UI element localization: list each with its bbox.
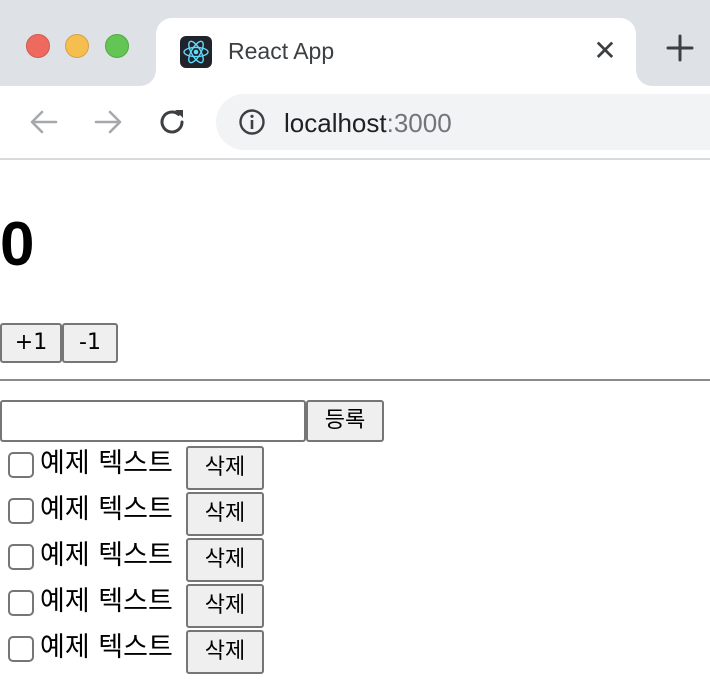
todo-item: 예제 텍스트 삭제 [0, 446, 300, 490]
browser-tabstrip: React App ✕ [0, 0, 710, 86]
todo-input[interactable] [0, 400, 306, 442]
todo-checkbox[interactable] [8, 498, 34, 524]
tab-close-icon[interactable]: ✕ [590, 36, 620, 66]
todo-text: 예제 텍스트 [40, 586, 173, 617]
todo-item: 예제 텍스트 삭제 [0, 630, 300, 674]
back-arrow-icon[interactable] [28, 106, 60, 138]
todo-text: 예제 텍스트 [40, 632, 173, 663]
counter-value: 0 [0, 210, 35, 279]
forward-arrow-icon[interactable] [92, 106, 124, 138]
delete-button[interactable]: 삭제 [186, 538, 264, 582]
browser-tab[interactable]: React App ✕ [156, 18, 636, 86]
reload-icon[interactable] [156, 106, 188, 138]
delete-button[interactable]: 삭제 [186, 584, 264, 628]
new-tab-plus-icon[interactable] [664, 32, 696, 64]
delete-button[interactable]: 삭제 [186, 446, 264, 490]
horizontal-rule [0, 379, 710, 381]
todo-text: 예제 텍스트 [40, 494, 173, 525]
submit-button[interactable]: 등록 [306, 400, 384, 442]
react-logo-icon [180, 36, 212, 68]
delete-button[interactable]: 삭제 [186, 492, 264, 536]
todo-text: 예제 텍스트 [40, 540, 173, 571]
close-window-button[interactable] [26, 34, 50, 58]
maximize-window-button[interactable] [105, 34, 129, 58]
todo-checkbox[interactable] [8, 590, 34, 616]
delete-button[interactable]: 삭제 [186, 630, 264, 674]
url-host: localhost [284, 108, 387, 138]
todo-text: 예제 텍스트 [40, 448, 173, 479]
todo-item: 예제 텍스트 삭제 [0, 584, 300, 628]
browser-toolbar: localhost:3000 [0, 86, 710, 160]
todo-checkbox[interactable] [8, 544, 34, 570]
decrement-button[interactable]: -1 [62, 323, 118, 363]
url-port: :3000 [386, 108, 452, 138]
todo-checkbox[interactable] [8, 452, 34, 478]
address-bar[interactable]: localhost:3000 [216, 94, 710, 150]
todo-item: 예제 텍스트 삭제 [0, 492, 300, 536]
tab-title: React App [228, 38, 335, 64]
url-text: localhost:3000 [284, 108, 452, 139]
minimize-window-button[interactable] [65, 34, 89, 58]
page-content: 0 +1 -1 등록 예제 텍스트 삭제 예제 텍스트 삭제 예제 텍스트 삭제… [0, 160, 710, 690]
info-icon[interactable] [238, 108, 266, 136]
increment-button[interactable]: +1 [0, 323, 62, 363]
todo-item: 예제 텍스트 삭제 [0, 538, 300, 582]
todo-checkbox[interactable] [8, 636, 34, 662]
